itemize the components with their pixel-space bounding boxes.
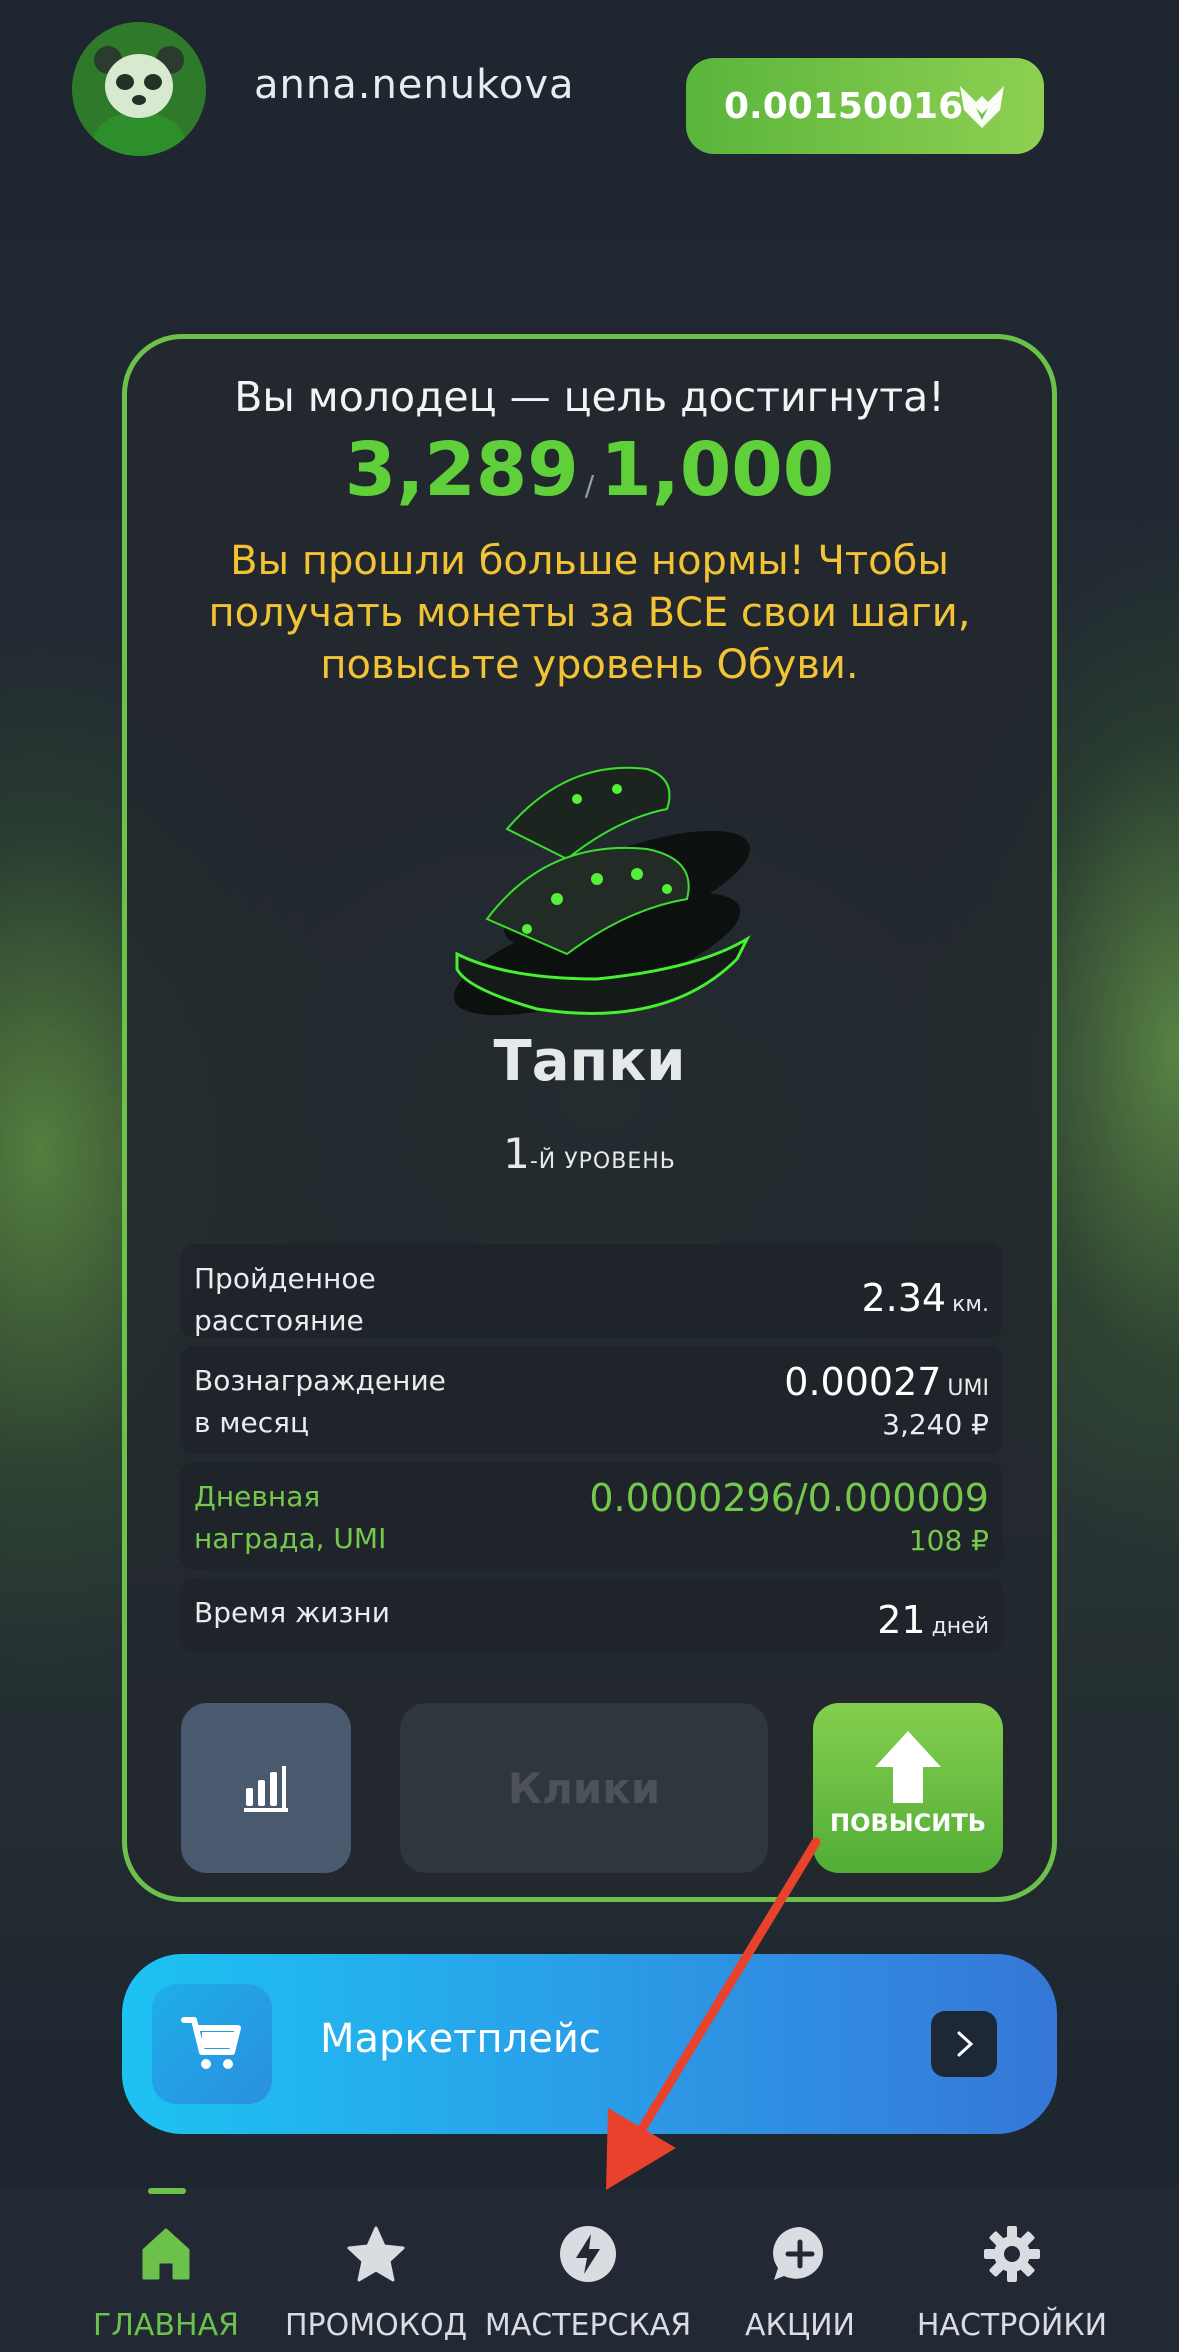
stats-button[interactable] <box>181 1703 351 1873</box>
reward-rub: 3,240 ₽ <box>882 1408 989 1441</box>
chevron-right-icon <box>931 2011 997 2077</box>
marketplace-label: Маркетплейс <box>320 2016 601 2062</box>
marketplace-button[interactable]: Маркетплейс <box>122 1954 1057 2134</box>
nav-label: ГЛАВНАЯ <box>93 2308 239 2343</box>
goal-warning: Вы прошли больше нормы! Чтобы получать м… <box>208 538 971 688</box>
cart-icon-box <box>152 1984 272 2104</box>
upgrade-label: ПОВЫСИТЬ <box>829 1809 986 1837</box>
chat-plus-icon <box>773 2227 824 2280</box>
reward-unit: UMI <box>947 1376 989 1401</box>
home-icon <box>142 2228 190 2280</box>
star-icon <box>347 2226 405 2282</box>
level-number: 1 <box>503 1129 530 1178</box>
stat-distance: Пройденное расстояние 2.34 км. <box>180 1244 1003 1338</box>
shoe-card: Вы молодец — цель достигнута! 3,289/1,00… <box>122 334 1057 1902</box>
shoe-level: 1-Й УРОВЕНЬ <box>127 1129 1052 1178</box>
distance-value: 2.34 <box>861 1276 947 1320</box>
shoe-name: Тапки <box>493 1029 686 1094</box>
stats-list: Пройденное расстояние 2.34 км. Вознагражд… <box>180 1244 1003 1660</box>
lightning-icon <box>560 2226 616 2282</box>
stat-label: Вознаграждение в месяц <box>194 1364 446 1439</box>
nav-label: ПРОМОКОД <box>284 2308 468 2343</box>
bar-chart-icon <box>244 1766 288 1812</box>
cart-icon <box>181 2017 241 2069</box>
steps-goal: 1,000 <box>600 427 835 513</box>
goal-title: Вы молодец — цель достигнута! <box>234 373 945 421</box>
level-suffix: -Й УРОВЕНЬ <box>529 1149 676 1174</box>
steps-value: 3,289 <box>344 427 579 513</box>
daily-rub: 108 ₽ <box>908 1524 989 1557</box>
nav-home[interactable]: ГЛАВНАЯ <box>66 2188 266 2352</box>
daily-value: 0.0000296/0.000009 <box>589 1476 989 1520</box>
life-value: 21 <box>877 1598 926 1642</box>
distance-unit: км. <box>952 1292 989 1317</box>
nav-settings[interactable]: НАСТРОЙКИ <box>912 2188 1112 2352</box>
umi-logo-icon <box>960 86 1004 128</box>
gear-icon <box>984 2226 1040 2282</box>
upgrade-button[interactable]: ПОВЫСИТЬ <box>813 1703 1003 1873</box>
username: anna.nenukova <box>254 62 575 108</box>
stat-lifetime: Время жизни 21 дней <box>180 1578 1003 1652</box>
arrow-up-icon <box>875 1731 941 1803</box>
balance-value: 0.00150016 <box>724 85 964 127</box>
stat-label: Пройденное расстояние <box>194 1262 376 1337</box>
clicks-button[interactable]: Клики <box>400 1703 768 1873</box>
balance-button[interactable]: 0.00150016 <box>686 58 1044 154</box>
stat-label: Дневная награда, UMI <box>194 1480 387 1555</box>
avatar[interactable] <box>72 22 206 156</box>
bottom-nav: ГЛАВНАЯ ПРОМОКОД МАСТЕРСКАЯ АКЦИИ НАСТРО… <box>0 2188 1179 2352</box>
stat-daily-reward: Дневная награда, UMI 0.0000296/0.000009 … <box>180 1462 1003 1570</box>
nav-workshop[interactable]: МАСТЕРСКАЯ <box>485 2188 691 2352</box>
stat-monthly-reward: Вознаграждение в месяц 0.00027 UMI 3,240 … <box>180 1346 1003 1454</box>
reward-value: 0.00027 <box>784 1360 942 1404</box>
steps-counter: 3,289/1,000 <box>344 427 835 513</box>
nav-promocode[interactable]: ПРОМОКОД <box>276 2188 476 2352</box>
nav-label: МАСТЕРСКАЯ <box>484 2308 692 2343</box>
life-unit: дней <box>931 1614 989 1639</box>
nav-promotions[interactable]: АКЦИИ <box>700 2188 900 2352</box>
slippers-image <box>453 766 751 1016</box>
nav-label: НАСТРОЙКИ <box>916 2308 1108 2343</box>
nav-label: АКЦИИ <box>745 2308 855 2343</box>
stat-label: Время жизни <box>194 1596 390 1629</box>
